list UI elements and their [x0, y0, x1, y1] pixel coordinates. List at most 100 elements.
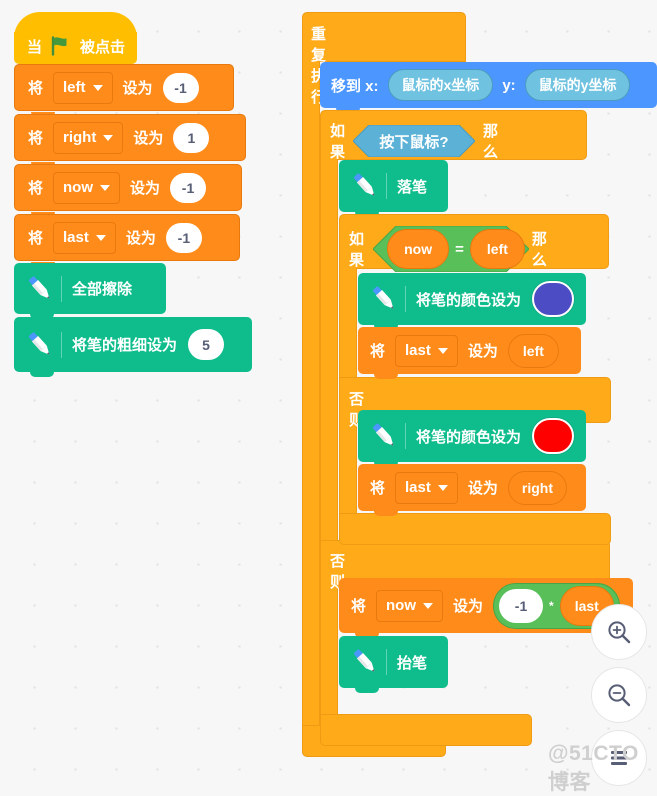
set-pen-color-label: 将笔的颜色设为 [416, 291, 522, 309]
set-variable-left-block[interactable]: 将 left 设为 -1 [14, 64, 234, 117]
variable-dropdown-last[interactable]: last [395, 334, 458, 367]
set-label: 将 [28, 180, 44, 197]
value-input-now[interactable]: -1 [170, 172, 207, 203]
set-now-to-product-block[interactable]: 将 now 设为 -1 * last [339, 578, 633, 638]
pen-up-label: 抬笔 [397, 654, 428, 672]
watermark-text: @51CTO博客 [548, 742, 639, 794]
green-flag-icon [50, 36, 72, 56]
operand-minus-one-input[interactable]: -1 [499, 588, 544, 623]
goto-x-label: 移到 x: [331, 77, 379, 95]
if-label: 如果 [349, 231, 365, 269]
pen-color-swatch-purple[interactable] [532, 281, 575, 317]
pen-icon [348, 169, 382, 203]
multiply-sign: * [549, 598, 554, 613]
equals-sign: = [455, 240, 464, 258]
pen-icon [23, 328, 57, 362]
mouse-down-label: 按下鼠标? [379, 133, 449, 151]
pen-icon [367, 419, 401, 453]
chevron-down-icon [100, 184, 111, 191]
divider [386, 649, 387, 675]
goto-y-label: y: [502, 76, 516, 94]
goto-xy-block[interactable]: 移到 x: 鼠标的x坐标 y: 鼠标的y坐标 [320, 62, 657, 113]
pen-up-block[interactable]: 抬笔 [339, 636, 448, 693]
variable-dropdown-last[interactable]: last [395, 471, 458, 504]
value-input-last[interactable]: -1 [165, 222, 202, 253]
zoom-out-button[interactable] [591, 667, 647, 723]
pen-erase-all-label: 全部擦除 [72, 281, 133, 298]
to-label: 设为 [130, 180, 161, 197]
set-label: 将 [351, 598, 367, 615]
set-pen-color-red-block[interactable]: 将笔的颜色设为 [358, 410, 586, 467]
mouse-down-condition[interactable]: 按下鼠标? [353, 125, 476, 157]
to-label: 设为 [467, 480, 498, 497]
zoom-in-icon [608, 621, 631, 644]
chevron-down-icon [437, 484, 448, 491]
set-last-to-left-block[interactable]: 将 last 设为 left [358, 327, 581, 379]
pen-set-size-label: 将笔的粗细设为 [72, 337, 178, 354]
divider [61, 275, 62, 302]
chevron-down-icon [95, 234, 106, 241]
value-input-left[interactable]: -1 [162, 72, 199, 103]
divider [61, 331, 62, 358]
pen-icon [367, 282, 401, 316]
mouse-y-reporter[interactable]: 鼠标的y坐标 [524, 69, 631, 101]
to-label: 设为 [133, 130, 164, 147]
to-label: 设为 [125, 230, 156, 247]
set-label: 将 [28, 130, 44, 147]
divider [386, 173, 387, 199]
operand-now-reporter[interactable]: now [387, 229, 450, 269]
value-input-right[interactable]: 1 [173, 122, 210, 153]
if-label: 如果 [330, 123, 346, 161]
variable-name: last [405, 342, 431, 359]
then-label: 那么 [531, 231, 547, 269]
mouse-x-reporter[interactable]: 鼠标的x坐标 [387, 69, 494, 101]
pen-icon [23, 272, 57, 306]
variable-dropdown-now[interactable]: now [376, 589, 444, 622]
set-variable-now-block[interactable]: 将 now 设为 -1 [14, 164, 242, 217]
variable-dropdown-now[interactable]: now [53, 171, 121, 204]
divider [405, 286, 406, 312]
pen-set-size-block[interactable]: 将笔的粗细设为 5 [14, 317, 252, 377]
pen-erase-all-block[interactable]: 全部擦除 [14, 263, 166, 319]
chevron-down-icon [92, 84, 103, 91]
pen-down-label: 落笔 [397, 178, 428, 196]
variable-name: last [405, 479, 431, 496]
variable-name: now [63, 179, 94, 196]
script-canvas[interactable]: 当 被点击 将 left 设为 -1 将 right 设为 1 将 now 设为… [0, 0, 657, 794]
then-label: 那么 [483, 123, 499, 161]
to-label: 设为 [467, 343, 498, 360]
chevron-down-icon [103, 134, 114, 141]
when-flag-clicked-hat-block[interactable]: 当 被点击 [14, 12, 137, 69]
variable-dropdown-right[interactable]: right [53, 121, 124, 154]
set-label: 将 [28, 230, 44, 247]
variable-name: now [386, 597, 417, 614]
chevron-down-icon [437, 347, 448, 354]
set-variable-right-block[interactable]: 将 right 设为 1 [14, 114, 246, 167]
variable-name: left [63, 79, 86, 96]
variable-dropdown-last[interactable]: last [53, 221, 116, 254]
set-pen-color-purple-block[interactable]: 将笔的颜色设为 [358, 273, 586, 330]
pen-color-swatch-red[interactable] [532, 418, 575, 454]
set-label: 将 [28, 80, 44, 97]
variable-name: right [63, 129, 97, 146]
set-pen-color-label: 将笔的颜色设为 [416, 428, 522, 446]
hat-prefix-label: 当 [27, 38, 43, 56]
pen-icon [348, 645, 382, 679]
set-last-to-right-block[interactable]: 将 last 设为 right [358, 464, 586, 516]
zoom-out-icon [608, 684, 631, 707]
to-label: 设为 [453, 598, 484, 615]
equals-operator-block[interactable]: now = left [373, 226, 530, 272]
value-reporter-right[interactable]: right [507, 470, 567, 505]
set-label: 将 [370, 480, 386, 497]
pen-down-block[interactable]: 落笔 [339, 160, 448, 217]
pen-size-input[interactable]: 5 [188, 329, 225, 360]
set-variable-last-block[interactable]: 将 last 设为 -1 [14, 214, 240, 267]
zoom-in-button[interactable] [591, 604, 647, 660]
divider [405, 423, 406, 449]
hat-suffix-label: 被点击 [80, 38, 126, 56]
value-reporter-left[interactable]: left [507, 333, 559, 368]
operand-left-reporter[interactable]: left [469, 229, 525, 269]
to-label: 设为 [122, 80, 153, 97]
variable-dropdown-left[interactable]: left [53, 71, 113, 104]
set-label: 将 [370, 343, 386, 360]
